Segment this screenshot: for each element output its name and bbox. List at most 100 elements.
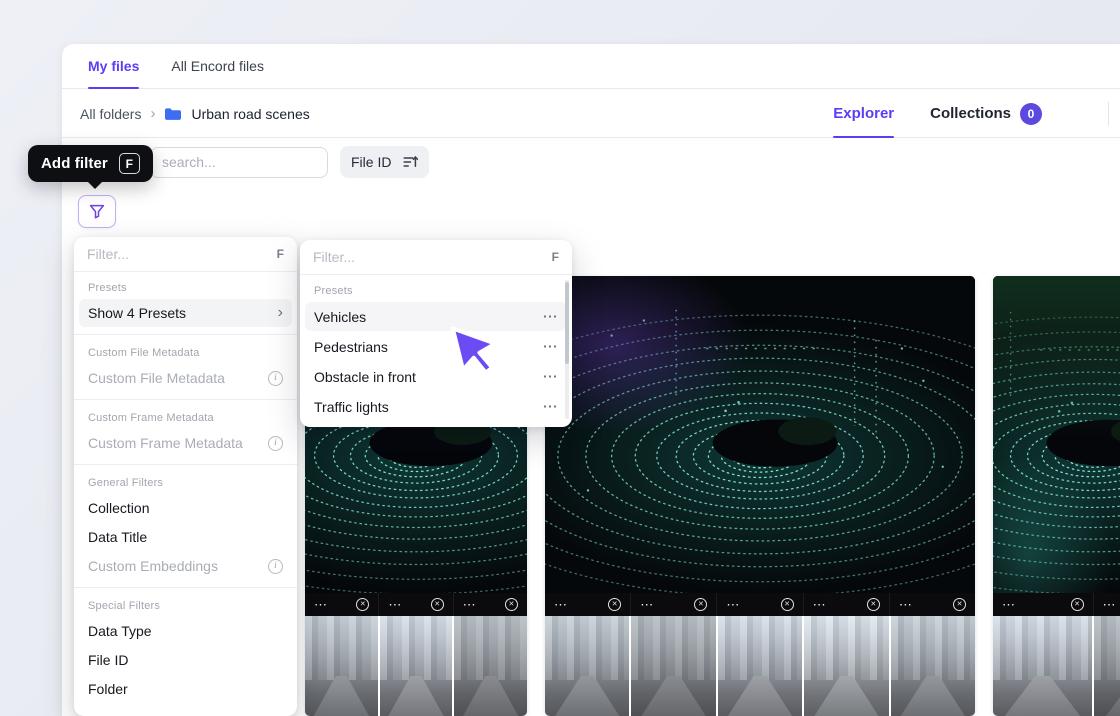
menu-item-folder[interactable]: Folder <box>79 675 292 703</box>
remove-icon[interactable]: ✕ <box>953 598 966 611</box>
tab-my-files[interactable]: My files <box>88 44 139 88</box>
preset-item-obstacle-in-front[interactable]: Obstacle in front ⋯ <box>305 362 567 391</box>
remove-icon[interactable]: ✕ <box>1071 598 1084 611</box>
remove-icon[interactable]: ✕ <box>867 598 880 611</box>
camera-frame-thumbnail[interactable] <box>804 616 888 716</box>
menu-item-custom-file-metadata[interactable]: Custom File Metadata i <box>79 364 292 392</box>
remove-icon[interactable]: ✕ <box>694 598 707 611</box>
tab-all-encord-files-label: All Encord files <box>171 58 264 74</box>
camera-frame-thumbnail[interactable] <box>891 616 975 716</box>
filter-menu: F Presets Show 4 Presets › Custom File M… <box>74 237 297 716</box>
filter-menu-key-hint: F <box>277 247 284 261</box>
remove-icon[interactable]: ✕ <box>356 598 369 611</box>
more-icon[interactable]: ⋯ <box>813 598 827 611</box>
tooltip-pointer <box>88 182 102 196</box>
file-tabs-bar: My files All Encord files <box>62 44 1120 89</box>
section-header-special-filters: Special Filters <box>74 590 297 616</box>
camera-frame-thumbnail[interactable] <box>1094 616 1120 716</box>
more-icon[interactable]: ⋯ <box>463 598 477 611</box>
breadcrumb-current-folder: Urban road scenes <box>191 106 309 122</box>
search-input[interactable] <box>162 154 316 170</box>
more-icon[interactable]: ⋯ <box>640 598 654 611</box>
breadcrumb-all-folders[interactable]: All folders <box>80 106 141 122</box>
tab-explorer-label: Explorer <box>833 105 894 122</box>
frame-toolbar-segment: ⋯✕ <box>889 593 975 616</box>
preset-item-pedestrians[interactable]: Pedestrians ⋯ <box>305 332 567 361</box>
dataset-card[interactable]: ⋯✕ ⋯✕ <box>993 276 1120 716</box>
tab-my-files-label: My files <box>88 58 139 74</box>
folder-icon <box>164 107 182 121</box>
sort-by-label: File ID <box>351 154 391 170</box>
camera-frame-strip <box>993 616 1120 716</box>
menu-item-show-presets[interactable]: Show 4 Presets › <box>79 299 292 327</box>
lidar-preview[interactable] <box>993 276 1120 593</box>
more-icon[interactable]: ⋯ <box>543 309 559 324</box>
more-icon[interactable]: ⋯ <box>388 598 402 611</box>
more-icon[interactable]: ⋯ <box>543 399 559 414</box>
tab-explorer[interactable]: Explorer <box>833 90 894 137</box>
camera-frame-thumbnail[interactable] <box>454 616 527 716</box>
more-icon[interactable]: ⋯ <box>543 339 559 354</box>
remove-icon[interactable]: ✕ <box>608 598 621 611</box>
menu-item-data-title[interactable]: Data Title <box>79 523 292 551</box>
section-header-presets: Presets <box>300 275 572 301</box>
sort-by-file-id-button[interactable]: File ID <box>340 146 429 178</box>
presets-search-input[interactable] <box>313 249 544 265</box>
camera-frame-thumbnail[interactable] <box>993 616 1092 716</box>
more-icon[interactable]: ⋯ <box>554 598 568 611</box>
presets-key-hint: F <box>552 250 559 264</box>
frame-toolbar-segment: ⋯✕ <box>1093 593 1120 616</box>
more-icon[interactable]: ⋯ <box>899 598 913 611</box>
preset-item-label: Traffic lights <box>314 399 389 415</box>
tab-collections[interactable]: Collections 0 <box>930 90 1042 137</box>
tab-collections-label: Collections <box>930 105 1011 122</box>
remove-icon[interactable]: ✕ <box>505 598 518 611</box>
sort-direction-icon[interactable] <box>403 155 418 169</box>
more-icon[interactable]: ⋯ <box>726 598 740 611</box>
section-header-custom-frame-metadata: Custom Frame Metadata <box>74 402 297 428</box>
info-icon: i <box>268 559 283 574</box>
camera-frame-thumbnail[interactable] <box>305 616 378 716</box>
toolbar: File ID <box>62 138 1120 186</box>
preset-item-vehicles[interactable]: Vehicles ⋯ <box>305 302 567 331</box>
menu-item-label: Custom Frame Metadata <box>88 435 243 451</box>
menu-item-custom-frame-metadata[interactable]: Custom Frame Metadata i <box>79 429 292 457</box>
collections-count-badge: 0 <box>1020 103 1042 125</box>
camera-frame-thumbnail[interactable] <box>718 616 802 716</box>
dataset-card[interactable]: ⋯✕ ⋯✕ ⋯✕ ⋯✕ ⋯✕ <box>545 276 975 716</box>
frame-toolbar-segment: ⋯✕ <box>993 593 1093 616</box>
breadcrumb: All folders › Urban road scenes <box>80 105 310 122</box>
preset-item-traffic-lights[interactable]: Traffic lights ⋯ <box>305 392 567 421</box>
chevron-right-icon: › <box>150 105 155 122</box>
lidar-preview[interactable] <box>545 276 975 593</box>
menu-item-data-type[interactable]: Data Type <box>79 617 292 645</box>
camera-frame-thumbnail[interactable] <box>631 616 715 716</box>
view-tabs: Explorer Collections 0 <box>833 90 1042 137</box>
more-icon[interactable]: ⋯ <box>1103 598 1117 611</box>
camera-frame-thumbnail[interactable] <box>545 616 629 716</box>
menu-item-collection[interactable]: Collection <box>79 494 292 522</box>
more-icon[interactable]: ⋯ <box>543 369 559 384</box>
scrollbar-thumb[interactable] <box>565 282 569 364</box>
menu-item-label: Custom Embeddings <box>88 558 218 574</box>
menu-item-custom-embeddings[interactable]: Custom Embeddings i <box>79 552 292 580</box>
frame-toolbar: ⋯ ✕ ⋯ ✕ ⋯ ✕ <box>305 593 527 616</box>
remove-icon[interactable]: ✕ <box>781 598 794 611</box>
chevron-right-icon: › <box>278 305 283 321</box>
more-icon[interactable]: ⋯ <box>314 598 328 611</box>
remove-icon[interactable]: ✕ <box>431 598 444 611</box>
tab-all-encord-files[interactable]: All Encord files <box>171 44 264 88</box>
frame-toolbar: ⋯✕ ⋯✕ ⋯✕ ⋯✕ ⋯✕ <box>545 593 975 616</box>
filter-funnel-icon <box>89 204 105 219</box>
info-icon: i <box>268 436 283 451</box>
scrollbar-track[interactable] <box>565 280 569 419</box>
menu-divider <box>74 334 297 335</box>
more-icon[interactable]: ⋯ <box>1002 598 1016 611</box>
filter-menu-search-input[interactable] <box>87 246 269 262</box>
add-filter-button[interactable] <box>78 195 116 228</box>
menu-item-file-id[interactable]: File ID <box>79 646 292 674</box>
menu-divider <box>74 399 297 400</box>
camera-frame-thumbnail[interactable] <box>380 616 453 716</box>
menu-divider <box>74 464 297 465</box>
menu-divider <box>74 587 297 588</box>
